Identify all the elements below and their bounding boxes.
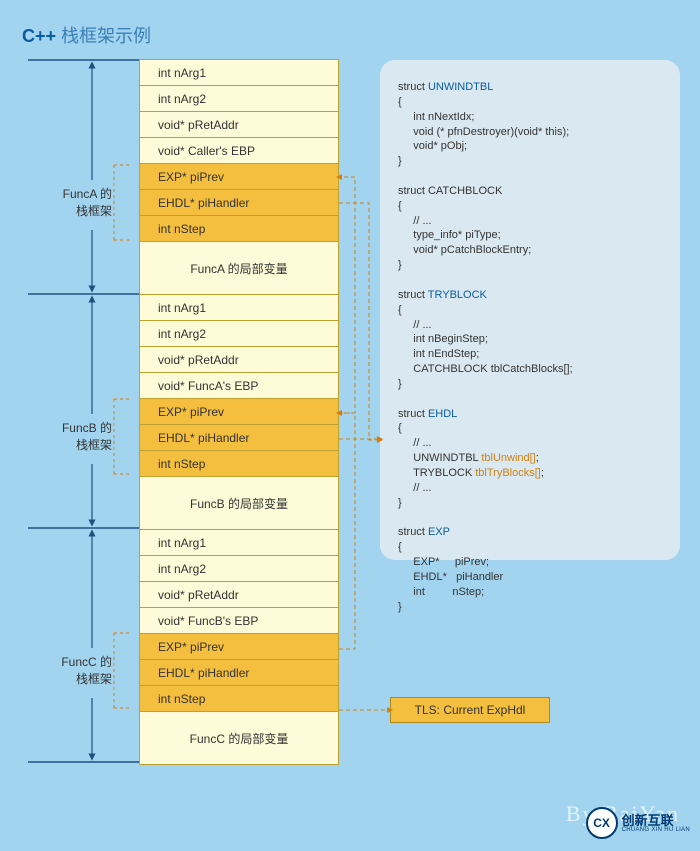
cell-b-prev: EXP* piPrev [139, 398, 339, 425]
cell-a-arg1: int nArg1 [139, 59, 339, 86]
cell-c-ret: void* pRetAddr [139, 581, 339, 608]
cell-a-step: int nStep [139, 215, 339, 242]
code-panel: struct UNWINDTBL { int nNextIdx; void (*… [380, 60, 680, 560]
cell-a-hdl: EHDL* piHandler [139, 189, 339, 216]
stack-column: int nArg1 int nArg2 void* pRetAddr void*… [139, 60, 339, 765]
tls-box: TLS: Current ExpHdl [390, 697, 550, 723]
cell-b-ebp: void* FuncA's EBP [139, 372, 339, 399]
cell-a-ret: void* pRetAddr [139, 111, 339, 138]
cell-b-arg2: int nArg2 [139, 320, 339, 347]
cell-c-step: int nStep [139, 685, 339, 712]
cell-b-ret: void* pRetAddr [139, 346, 339, 373]
cell-c-hdl: EHDL* piHandler [139, 659, 339, 686]
cell-c-ebp: void* FuncB's EBP [139, 607, 339, 634]
cell-c-locals: FuncC 的局部变量 [139, 711, 339, 765]
cell-b-step: int nStep [139, 450, 339, 477]
cell-c-prev: EXP* piPrev [139, 633, 339, 660]
cell-b-arg1: int nArg1 [139, 294, 339, 321]
cell-c-arg1: int nArg1 [139, 529, 339, 556]
cell-b-hdl: EHDL* piHandler [139, 424, 339, 451]
title-prefix: C++ [22, 26, 56, 46]
cell-c-arg2: int nArg2 [139, 555, 339, 582]
diagram-title: C++ 栈框架示例 [22, 22, 151, 48]
label-funcc-frame: FuncC 的 栈框架 [48, 654, 112, 688]
logo-text: 创新互联 CHUANG XIN HU LIAN [622, 814, 690, 833]
cell-a-arg2: int nArg2 [139, 85, 339, 112]
cell-b-locals: FuncB 的局部变量 [139, 476, 339, 530]
brand-logo: CX 创新互联 CHUANG XIN HU LIAN [586, 807, 690, 839]
label-funcb-frame: FuncB 的 栈框架 [48, 420, 112, 454]
label-funca-frame: FuncA 的 栈框架 [48, 186, 112, 220]
title-suffix: 栈框架示例 [56, 26, 151, 46]
cell-a-prev: EXP* piPrev [139, 163, 339, 190]
cell-a-locals: FuncA 的局部变量 [139, 241, 339, 295]
logo-mark-icon: CX [586, 807, 618, 839]
cell-a-ebp: void* Caller's EBP [139, 137, 339, 164]
